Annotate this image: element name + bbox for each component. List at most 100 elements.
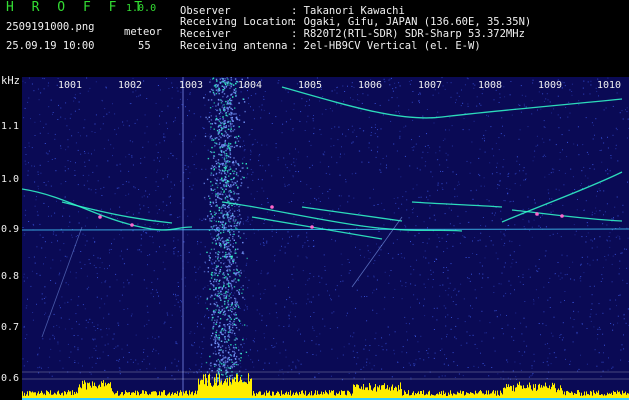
noise-dot — [52, 334, 54, 336]
noise-dot — [499, 173, 501, 175]
noise-dot — [261, 104, 263, 106]
noise-dot — [531, 374, 533, 376]
interference-dot — [213, 286, 215, 288]
noise-dot — [603, 214, 604, 216]
noise-dot — [382, 158, 384, 159]
interference-dot — [227, 110, 229, 112]
noise-dot — [506, 188, 508, 189]
noise-dot — [173, 253, 175, 255]
noise-dot — [240, 323, 242, 324]
interference-dot — [225, 153, 228, 155]
noise-dot — [569, 89, 571, 91]
noise-dot — [125, 194, 127, 196]
noise-dot — [95, 189, 97, 190]
histogram-bar — [239, 380, 240, 400]
interference-dot — [222, 90, 224, 93]
interference-dot — [221, 206, 223, 208]
interference-dot — [221, 305, 223, 308]
noise-dot — [362, 93, 364, 95]
noise-dot — [116, 187, 118, 189]
noise-dot — [106, 295, 108, 297]
noise-dot — [501, 238, 503, 240]
interference-dot — [228, 237, 230, 239]
noise-dot — [436, 319, 438, 321]
interference-dot — [240, 182, 243, 184]
interference-dot — [235, 219, 237, 221]
y-tick-label: 0.9 — [1, 224, 20, 235]
interference-dot — [226, 170, 229, 172]
interference-dot — [234, 300, 237, 302]
noise-dot — [610, 155, 612, 156]
noise-dot — [624, 248, 626, 250]
noise-dot — [590, 313, 592, 315]
interference-dot — [232, 324, 234, 326]
histogram-bar — [354, 385, 355, 400]
histogram-bar — [527, 384, 528, 400]
interference-dot — [212, 89, 214, 91]
noise-dot — [261, 319, 263, 321]
noise-dot — [430, 171, 432, 173]
noise-dot — [248, 97, 249, 99]
noise-dot — [181, 301, 182, 303]
noise-dot — [271, 175, 273, 177]
noise-dot — [467, 103, 469, 105]
noise-dot — [312, 354, 314, 355]
noise-dot — [211, 367, 213, 369]
noise-dot — [314, 376, 315, 378]
histogram-bar — [92, 381, 93, 400]
noise-dot — [195, 279, 197, 281]
noise-dot — [292, 303, 294, 305]
noise-dot — [436, 307, 438, 309]
noise-dot — [481, 340, 483, 342]
noise-dot — [377, 129, 378, 131]
interference-dot — [238, 231, 240, 233]
noise-dot — [570, 278, 572, 280]
interference-dot — [223, 292, 225, 295]
histogram-bar — [231, 384, 232, 400]
noise-dot — [537, 270, 539, 272]
noise-dot — [128, 153, 130, 155]
noise-dot — [237, 346, 239, 348]
noise-dot — [31, 83, 33, 85]
noise-dot — [246, 325, 248, 327]
noise-dot — [555, 188, 557, 190]
histogram-bar — [228, 385, 229, 400]
noise-dot — [357, 94, 359, 96]
noise-dot — [141, 196, 143, 198]
noise-dot — [474, 84, 476, 86]
noise-dot — [355, 246, 356, 248]
noise-dot — [253, 366, 255, 368]
interference-dot — [235, 184, 238, 186]
noise-dot — [63, 243, 65, 245]
interference-dot — [235, 136, 237, 138]
noise-dot — [243, 150, 245, 152]
interference-dot — [223, 191, 225, 194]
noise-dot — [242, 223, 244, 225]
noise-dot — [178, 360, 180, 362]
noise-dot — [322, 192, 324, 194]
noise-dot — [470, 316, 471, 318]
interference-dot — [224, 336, 226, 338]
noise-dot — [383, 78, 385, 80]
noise-dot — [510, 293, 512, 295]
noise-dot — [287, 231, 289, 233]
noise-dot — [369, 345, 371, 346]
noise-dot — [166, 204, 168, 206]
noise-dot — [163, 140, 165, 142]
interference-dot — [218, 193, 221, 195]
interference-dot — [230, 308, 232, 310]
noise-dot — [173, 251, 175, 253]
histogram-bar — [358, 385, 359, 400]
noise-dot — [445, 129, 447, 131]
noise-dot — [214, 191, 216, 193]
interference-dot — [232, 280, 235, 283]
noise-dot — [428, 262, 430, 264]
interference-dot — [226, 324, 229, 326]
noise-dot — [549, 353, 551, 355]
noise-dot — [590, 80, 592, 82]
interference-dot — [216, 129, 219, 132]
interference-dot — [215, 256, 217, 258]
noise-dot — [395, 202, 397, 204]
noise-dot — [467, 105, 469, 107]
noise-dot — [351, 125, 353, 127]
